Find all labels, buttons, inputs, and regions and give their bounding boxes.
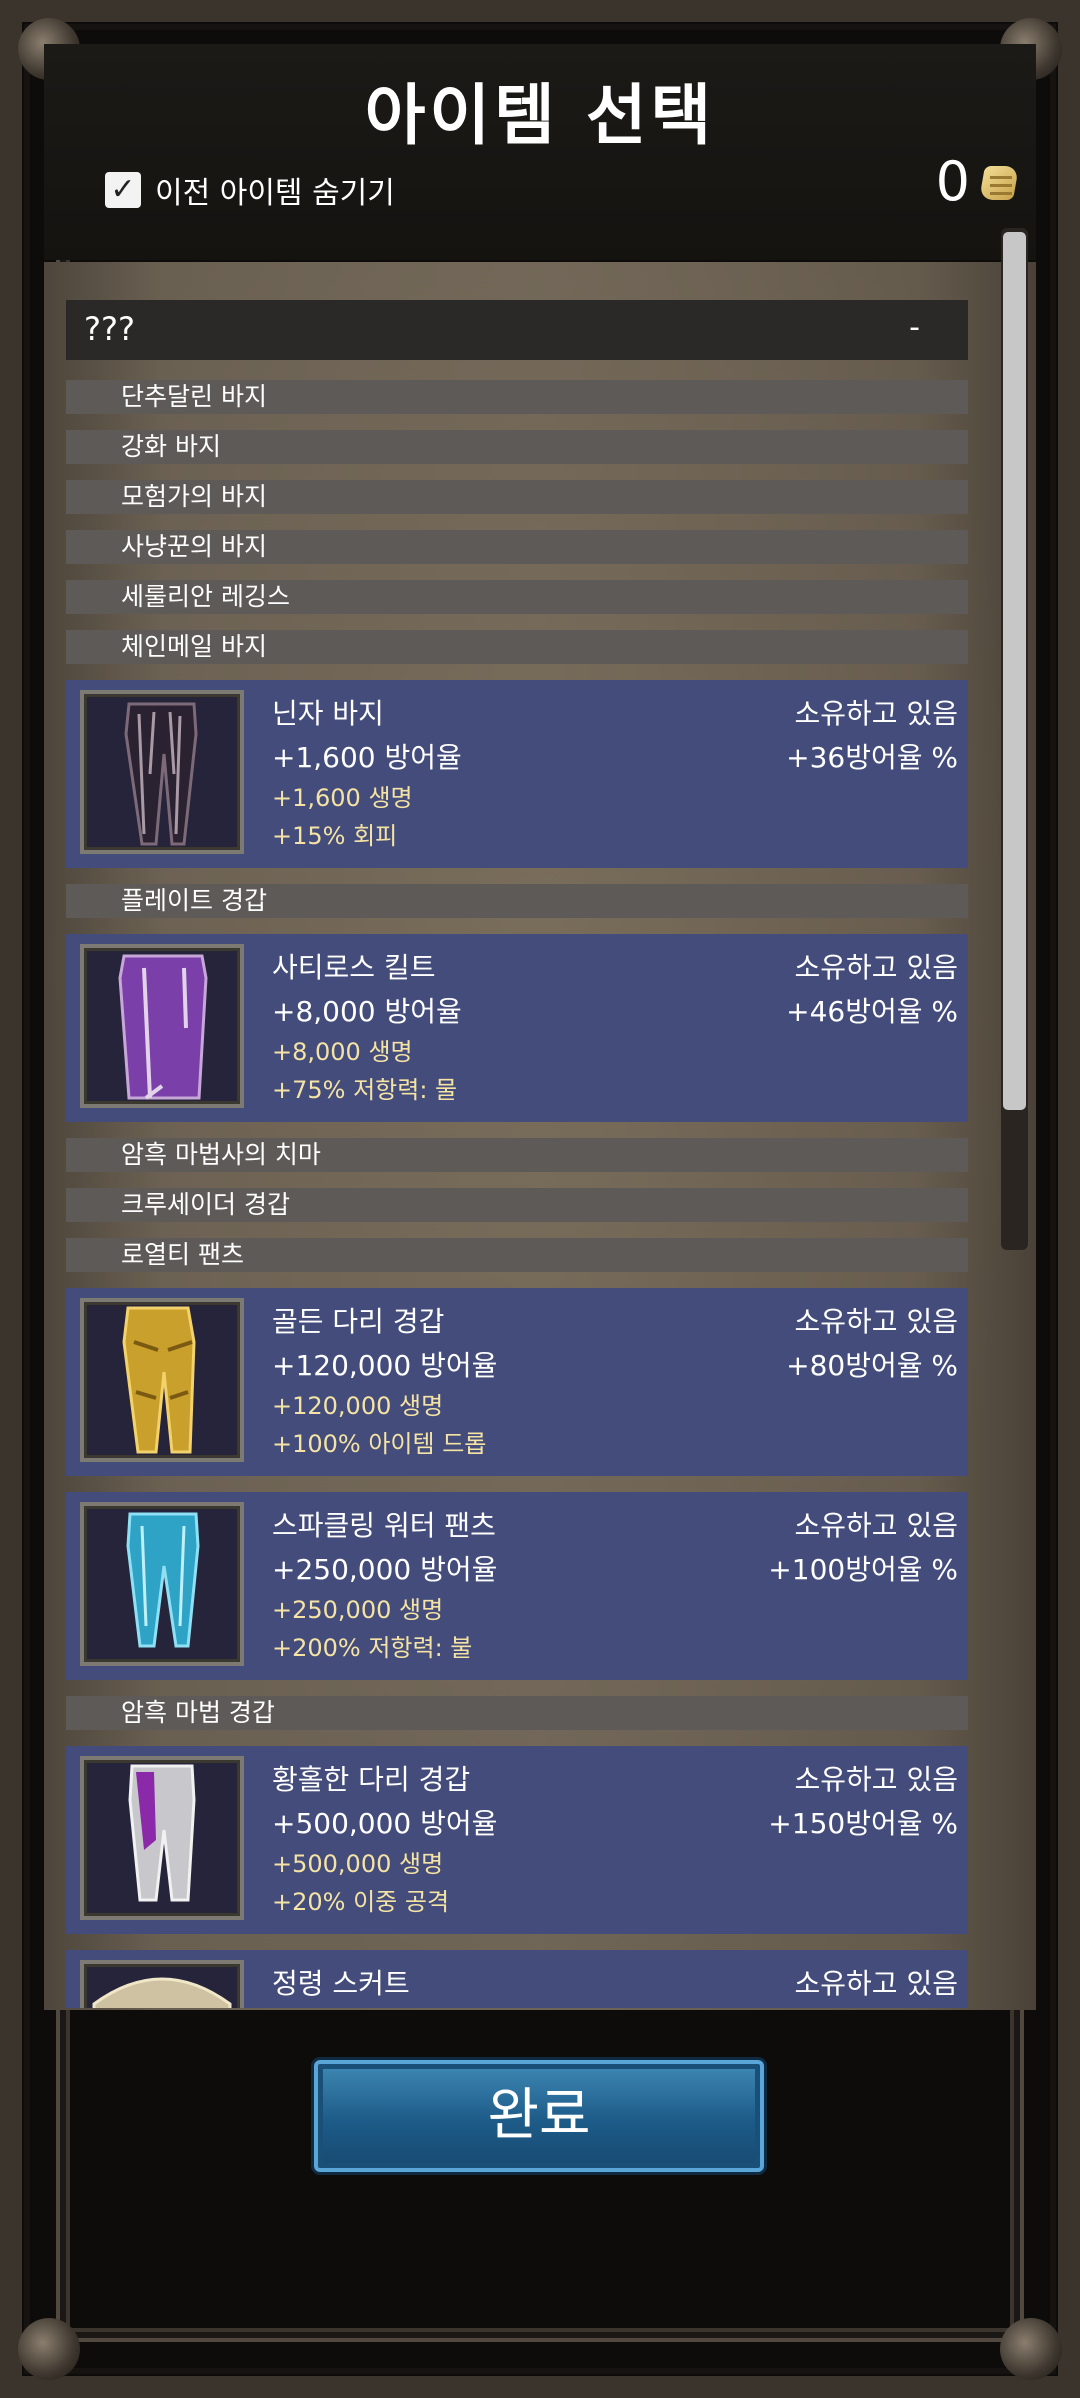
hide-previous-label: 이전 아이템 숨기기 <box>155 176 395 211</box>
item-name: 골든 다리 경갑 <box>272 1305 445 1338</box>
item-name: 닌자 바지 <box>272 697 384 730</box>
item-name: 플레이트 경갑 <box>121 886 267 915</box>
item-bonus: +75% 저항력: 물 <box>272 1076 458 1104</box>
item-name: 사티로스 킬트 <box>272 951 436 984</box>
item-name: 스파클링 워터 팬츠 <box>272 1509 496 1542</box>
owned-label: 소유하고 있음 <box>794 1305 958 1338</box>
item-row-unknown[interactable]: ??? - <box>66 300 968 360</box>
item-defense: +120,000 방어율 <box>272 1349 498 1382</box>
frame-corner-ornament <box>18 2318 80 2380</box>
item-bonus: +200% 저항력: 불 <box>272 1634 473 1662</box>
item-value: - <box>909 310 920 345</box>
item-defense-percent: +100방어율 % <box>768 1553 958 1586</box>
list-item[interactable]: 사냥꾼의 바지 <box>66 530 968 564</box>
item-life: +1,600 생명 <box>272 784 413 812</box>
item-defense-percent: +150방어율 % <box>768 1807 958 1840</box>
ninja-pants-icon <box>80 690 244 854</box>
item-name: 세룰리안 레깅스 <box>121 582 290 611</box>
owned-label: 소유하고 있음 <box>794 1763 958 1796</box>
owned-item-card[interactable]: 스파클링 워터 팬츠 +250,000 방어율 +250,000 생명 +200% 저… <box>66 1492 968 1680</box>
item-name: 사냥꾼의 바지 <box>121 532 267 561</box>
owned-label: 소유하고 있음 <box>794 1509 958 1542</box>
item-bonus: +100% 아이템 드롭 <box>272 1430 487 1458</box>
list-item[interactable]: 강화 바지 <box>66 430 968 464</box>
water-pants-icon <box>80 1502 244 1666</box>
owned-label: 소유하고 있음 <box>794 951 958 984</box>
owned-label: 소유하고 있음 <box>794 1967 958 2000</box>
item-bonus: +15% 회피 <box>272 822 398 850</box>
owned-item-card[interactable]: 골든 다리 경갑 +120,000 방어율 +120,000 생명 +100% 아이템… <box>66 1288 968 1476</box>
golden-greaves-icon <box>80 1298 244 1462</box>
list-item[interactable]: 플레이트 경갑 <box>66 884 968 918</box>
list-item[interactable]: 체인메일 바지 <box>66 630 968 664</box>
item-defense-percent: +36방어율 % <box>786 741 958 774</box>
owned-item-card[interactable]: 정령 스커트 소유하고 있음 <box>66 1950 968 2008</box>
scroll-currency-icon <box>976 162 1020 202</box>
item-life: +8,000 생명 <box>272 1038 413 1066</box>
owned-item-card[interactable]: 사티로스 킬트 +8,000 방어율 +8,000 생명 +75% 저항력: 물 소유하… <box>66 934 968 1122</box>
page-title: 아이템 선택 <box>364 77 716 154</box>
item-list[interactable]: ??? - 단추달린 바지강화 바지모험가의 바지사냥꾼의 바지세룰리안 레깅스체인… <box>66 298 968 2008</box>
item-name: 정령 스커트 <box>272 1967 410 2000</box>
list-item[interactable]: 로열티 팬츠 <box>66 1238 968 1272</box>
item-defense-percent: +46방어율 % <box>786 995 958 1028</box>
frame-corner-ornament <box>1000 2318 1062 2380</box>
list-item[interactable]: 모험가의 바지 <box>66 480 968 514</box>
currency-display: 0 <box>936 150 1020 213</box>
list-item[interactable]: 단추달린 바지 <box>66 380 968 414</box>
satyr-kilt-icon <box>80 944 244 1108</box>
scrollbar-thumb[interactable] <box>1003 232 1026 1110</box>
owned-item-card[interactable]: 닌자 바지 +1,600 방어율 +1,600 생명 +15% 회피 소유하고 있음 +3… <box>66 680 968 868</box>
item-name: 모험가의 바지 <box>121 482 267 511</box>
checkmark-icon: ✓ <box>110 172 136 207</box>
currency-value: 0 <box>935 150 970 213</box>
item-name: 황홀한 다리 경갑 <box>272 1763 471 1796</box>
list-item[interactable]: 크루세이더 경갑 <box>66 1188 968 1222</box>
item-life: +500,000 생명 <box>272 1850 444 1878</box>
item-name: 크루세이더 경갑 <box>121 1190 290 1219</box>
item-name: 로열티 팬츠 <box>121 1240 244 1269</box>
spirit-skirt-icon <box>80 1960 244 2008</box>
item-name: 암흑 마법사의 치마 <box>121 1140 321 1169</box>
hide-previous-checkbox[interactable]: ✓ <box>105 172 141 208</box>
done-button[interactable]: 완료 <box>314 2060 764 2172</box>
item-life: +120,000 생명 <box>272 1392 444 1420</box>
item-bonus: +20% 이중 공격 <box>272 1888 450 1916</box>
owned-item-card[interactable]: 황홀한 다리 경갑 +500,000 방어율 +500,000 생명 +20% 이중 … <box>66 1746 968 1934</box>
item-defense: +500,000 방어율 <box>272 1807 498 1840</box>
item-name: 체인메일 바지 <box>121 632 267 661</box>
list-item[interactable]: 암흑 마법사의 치마 <box>66 1138 968 1172</box>
item-defense: +250,000 방어율 <box>272 1553 498 1586</box>
item-defense: +1,600 방어율 <box>272 741 462 774</box>
item-name: 단추달린 바지 <box>121 382 267 411</box>
owned-label: 소유하고 있음 <box>794 697 958 730</box>
item-name: 강화 바지 <box>121 432 221 461</box>
item-defense-percent: +80방어율 % <box>786 1349 958 1382</box>
hide-previous-toggle[interactable]: ✓ 이전 아이템 숨기기 <box>105 168 395 212</box>
item-name: 암흑 마법 경갑 <box>121 1698 275 1727</box>
item-life: +250,000 생명 <box>272 1596 444 1624</box>
ecstatic-greaves-icon <box>80 1756 244 1920</box>
item-name: ??? <box>84 310 135 348</box>
list-item[interactable]: 세룰리안 레깅스 <box>66 580 968 614</box>
list-item[interactable]: 암흑 마법 경갑 <box>66 1696 968 1730</box>
item-defense: +8,000 방어율 <box>272 995 462 1028</box>
